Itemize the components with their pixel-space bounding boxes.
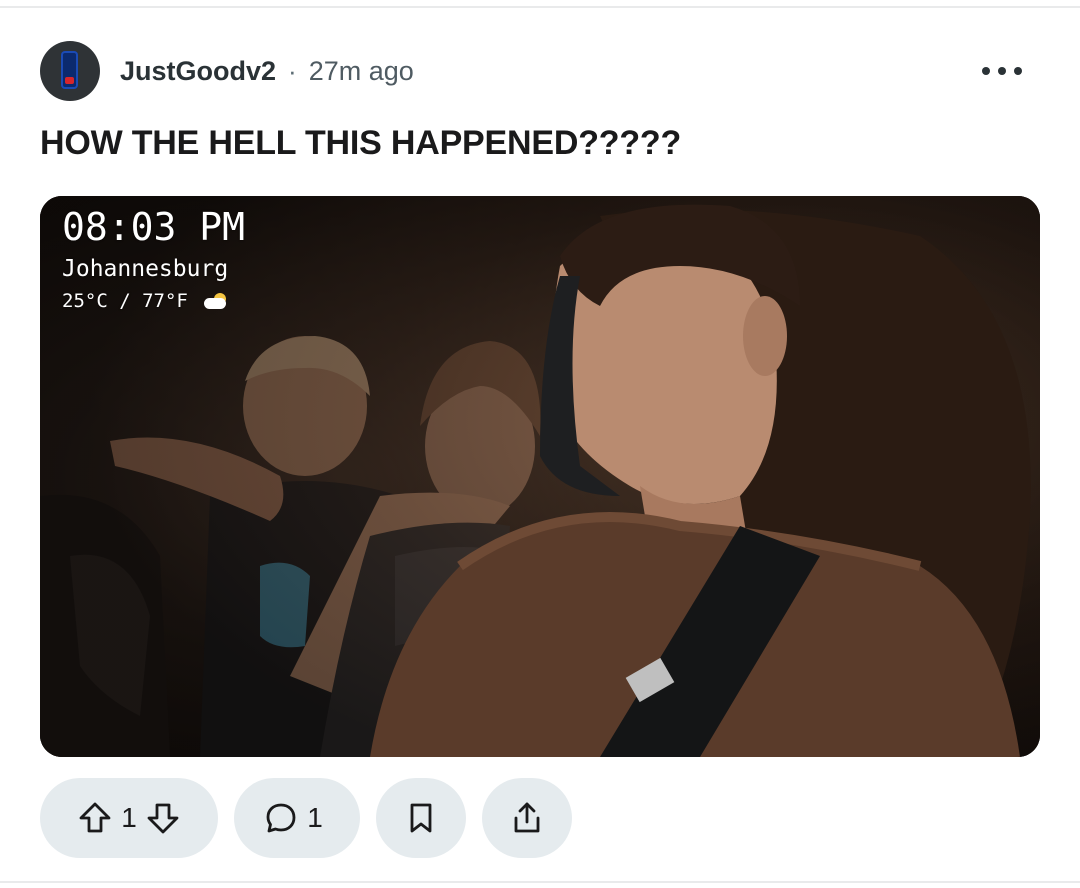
overlay-temperature: 25°C / 77°F: [62, 286, 245, 316]
arrow-up-icon: [79, 802, 111, 833]
speech-bubble-icon: [266, 803, 296, 833]
meta-separator: ·: [288, 55, 297, 86]
media-overlay: 08:03 PM Johannesburg 25°C / 77°F: [62, 204, 245, 316]
post-card: JustGoodv2 · 27m ago HOW THE HELL THIS H…: [0, 0, 1080, 888]
downvote-button[interactable]: [145, 800, 181, 836]
vote-pill: 1: [40, 778, 218, 858]
more-dot: [1014, 67, 1022, 75]
author-avatar[interactable]: [40, 41, 100, 101]
vote-count: 1: [121, 802, 137, 833]
upvote-button[interactable]: [77, 800, 113, 836]
overlay-city: Johannesburg: [62, 256, 229, 282]
avatar-can-icon: [61, 51, 78, 89]
more-options-icon[interactable]: [982, 56, 1022, 86]
arrow-down-icon: [147, 803, 179, 834]
cloud-shape: [203, 298, 226, 309]
share-icon: [514, 802, 540, 833]
post-time-ago: 27m ago: [308, 55, 414, 86]
share-button[interactable]: [482, 778, 572, 858]
post-header: JustGoodv2 · 27m ago: [40, 40, 1040, 102]
post-title[interactable]: HOW THE HELL THIS HAPPENED?????: [40, 124, 1040, 163]
bottom-divider: [0, 881, 1080, 883]
author-username[interactable]: JustGoodv2: [120, 56, 276, 87]
partly-cloudy-icon: [202, 293, 228, 309]
more-dot: [998, 67, 1006, 75]
overlay-time: 08:03 PM: [62, 205, 246, 249]
post-media[interactable]: 08:03 PM Johannesburg 25°C / 77°F: [40, 196, 1040, 757]
save-button[interactable]: [376, 778, 466, 858]
top-divider: [0, 6, 1080, 8]
more-dot: [982, 67, 990, 75]
temperature-text: 25°C / 77°F: [62, 290, 188, 312]
comment-count: 1: [307, 802, 323, 833]
comments-button[interactable]: 1: [234, 778, 360, 858]
action-bar: 1 1: [40, 778, 588, 858]
bookmark-icon: [410, 803, 432, 833]
